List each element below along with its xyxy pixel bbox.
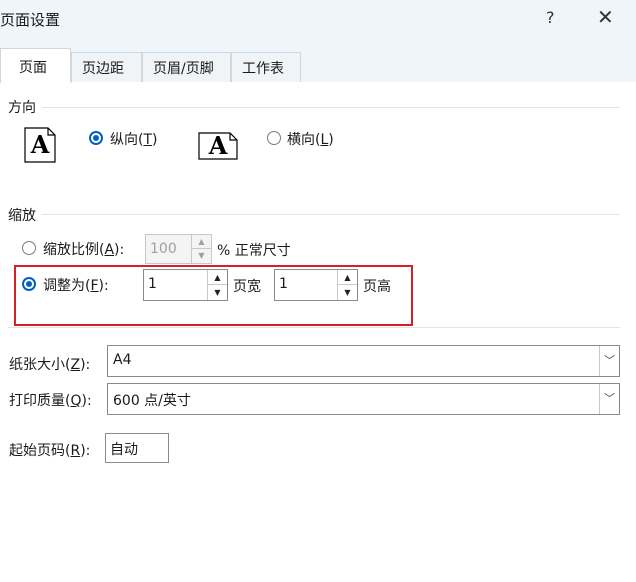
fit-to-label[interactable]: 调整为(F): bbox=[43, 275, 109, 295]
help-button[interactable]: ? bbox=[546, 8, 555, 27]
scale-percent-value: 100 bbox=[150, 241, 177, 257]
scale-percent-down-button[interactable]: ▼ bbox=[192, 249, 211, 263]
paper-size-value: A4 bbox=[113, 352, 132, 368]
pages-tall-label: 页高 bbox=[363, 279, 391, 295]
close-button[interactable]: ✕ bbox=[597, 5, 614, 29]
landscape-page-icon: A bbox=[198, 132, 238, 160]
scale-percent-suffix: % 正常尺寸 bbox=[217, 243, 291, 259]
scale-percent-radio[interactable] bbox=[22, 241, 36, 255]
pages-tall-spinner[interactable]: 1 ▲ ▼ bbox=[274, 269, 358, 301]
chevron-down-icon[interactable]: ﹀ bbox=[599, 346, 619, 376]
scale-percent-label[interactable]: 缩放比例(A): bbox=[43, 239, 124, 259]
tab-margins[interactable]: 页边距 bbox=[71, 52, 142, 82]
tab-header-footer[interactable]: 页眉/页脚 bbox=[142, 52, 231, 82]
pages-tall-value: 1 bbox=[279, 276, 288, 292]
landscape-label[interactable]: 横向(L) bbox=[287, 129, 334, 149]
scaling-section-label: 缩放 bbox=[8, 205, 42, 225]
scale-percent-up-button[interactable]: ▲ bbox=[192, 235, 211, 249]
fit-to-radio[interactable] bbox=[22, 277, 36, 291]
paper-size-label: 纸张大小(Z): bbox=[9, 357, 91, 373]
pages-wide-spinner[interactable]: 1 ▲ ▼ bbox=[143, 269, 228, 301]
orientation-section-label: 方向 bbox=[8, 97, 42, 117]
portrait-page-icon: A bbox=[24, 127, 56, 163]
pages-wide-up-button[interactable]: ▲ bbox=[208, 270, 227, 285]
tab-sheet[interactable]: 工作表 bbox=[231, 52, 301, 82]
print-quality-label: 打印质量(Q): bbox=[9, 393, 92, 409]
first-page-number-input[interactable]: 自动 bbox=[105, 433, 169, 463]
landscape-radio[interactable] bbox=[267, 131, 281, 145]
scale-percent-spinner[interactable]: 100 ▲ ▼ bbox=[145, 234, 212, 264]
dialog-body bbox=[0, 82, 636, 582]
scaling-divider bbox=[8, 214, 620, 215]
pages-wide-down-button[interactable]: ▼ bbox=[208, 285, 227, 300]
chevron-down-icon[interactable]: ﹀ bbox=[599, 384, 619, 414]
paper-size-select[interactable]: A4 ﹀ bbox=[107, 345, 620, 377]
dialog-title: 页面设置 bbox=[0, 11, 61, 29]
portrait-radio[interactable] bbox=[89, 131, 103, 145]
portrait-label[interactable]: 纵向(T) bbox=[110, 129, 158, 149]
tab-page[interactable]: 页面 bbox=[0, 48, 71, 83]
pages-wide-value: 1 bbox=[148, 276, 157, 292]
first-page-number-label: 起始页码(R): bbox=[9, 443, 91, 459]
print-quality-select[interactable]: 600 点/英寸 ﹀ bbox=[107, 383, 620, 415]
pages-wide-label: 页宽 bbox=[233, 279, 261, 295]
first-page-number-value: 自动 bbox=[110, 442, 138, 458]
title-bar bbox=[0, 0, 636, 38]
pages-tall-up-button[interactable]: ▲ bbox=[338, 270, 357, 285]
orientation-divider bbox=[8, 107, 620, 108]
paper-divider bbox=[8, 327, 620, 328]
pages-tall-down-button[interactable]: ▼ bbox=[338, 285, 357, 300]
print-quality-value: 600 点/英寸 bbox=[113, 393, 191, 409]
